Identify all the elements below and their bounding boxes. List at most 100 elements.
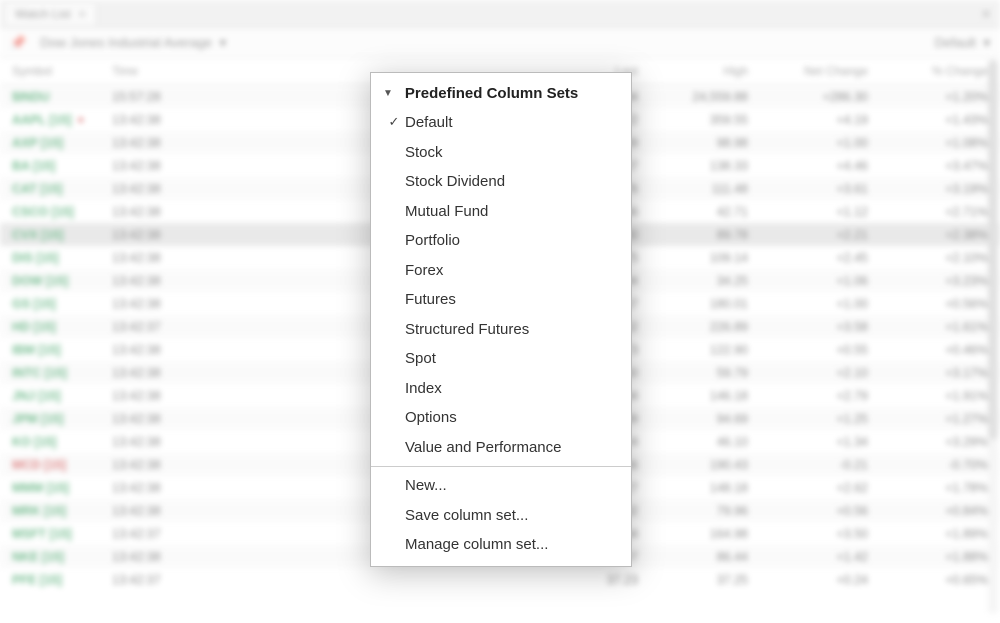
cell-netchange: +3.50: [748, 527, 868, 541]
menu-item-options[interactable]: Options: [371, 403, 631, 433]
cell-pctchange: +3.19%: [868, 182, 988, 196]
menu-item-mutual-fund[interactable]: Mutual Fund: [371, 197, 631, 227]
cell-pctchange: +3.23%: [868, 274, 988, 288]
watchlist-selector[interactable]: Dow Jones Industrial Average ▾: [40, 35, 226, 51]
cell-netchange: +4.46: [748, 159, 868, 173]
watchlist-name: Dow Jones Industrial Average: [40, 35, 212, 50]
cell-netchange: +0.55: [748, 343, 868, 357]
menu-item-portfolio[interactable]: Portfolio: [371, 226, 631, 256]
cell-symbol: HD [15]: [12, 320, 112, 334]
scrollbar[interactable]: [988, 60, 998, 613]
cell-pctchange: +1.91%: [868, 389, 988, 403]
cell-high: 94.69: [638, 412, 748, 426]
cell-high: 42.71: [638, 205, 748, 219]
header-symbol[interactable]: Symbol: [12, 64, 112, 78]
menu-action-manage-column-set[interactable]: Manage column set...: [371, 530, 631, 560]
cell-time: 13:42:38: [112, 136, 202, 150]
cell-pctchange: +1.08%: [868, 136, 988, 150]
cell-netchange: +1.34: [748, 435, 868, 449]
menu-item-structured-futures[interactable]: Structured Futures: [371, 315, 631, 345]
cell-symbol: INTC [15]: [12, 366, 112, 380]
cell-symbol: CVX [15]: [12, 228, 112, 242]
cell-high: 122.90: [638, 343, 748, 357]
cell-netchange: +2.21: [748, 228, 868, 242]
cell-symbol: JPM [15]: [12, 412, 112, 426]
cell-symbol: GS [15]: [12, 297, 112, 311]
cell-netchange: +1.12: [748, 205, 868, 219]
menu-item-label: Spot: [405, 349, 436, 369]
header-high[interactable]: High: [638, 64, 748, 78]
menu-item-forex[interactable]: Forex: [371, 256, 631, 286]
cell-pctchange: +3.47%: [868, 159, 988, 173]
cell-netchange: +1.00: [748, 297, 868, 311]
column-set-menu: ▼ Predefined Column Sets ✓DefaultStock St…: [370, 72, 632, 567]
cell-pctchange: +1.20%: [868, 90, 988, 104]
cell-high: 138.33: [638, 159, 748, 173]
cell-netchange: -0.21: [748, 458, 868, 472]
menu-item-futures[interactable]: Futures: [371, 285, 631, 315]
cell-netchange: +3.58: [748, 320, 868, 334]
cell-high: 89.78: [638, 228, 748, 242]
menu-item-label: Structured Futures: [405, 320, 529, 340]
menu-action-new[interactable]: New...: [371, 471, 631, 501]
cell-time: 13:42:38: [112, 205, 202, 219]
cell-symbol: NKE [15]: [12, 550, 112, 564]
cell-high: 111.48: [638, 182, 748, 196]
column-set-selector[interactable]: Default ▾: [935, 35, 990, 51]
cell-symbol: MSFT [15]: [12, 527, 112, 541]
menu-header[interactable]: ▼ Predefined Column Sets: [371, 79, 631, 108]
cell-symbol: MCD [15]: [12, 458, 112, 472]
cell-high: 79.96: [638, 504, 748, 518]
cell-netchange: +286.30: [748, 90, 868, 104]
menu-item-label: Futures: [405, 290, 456, 310]
menu-item-index[interactable]: Index: [371, 374, 631, 404]
cell-netchange: +1.00: [748, 136, 868, 150]
cell-time: 13:42:38: [112, 481, 202, 495]
cell-pctchange: +1.27%: [868, 412, 988, 426]
header-time[interactable]: Time: [112, 64, 202, 78]
cell-time: 13:42:38: [112, 412, 202, 426]
tab-label: Watch List: [15, 7, 71, 21]
menu-item-default[interactable]: ✓Default: [371, 108, 631, 138]
column-set-label: Default: [935, 35, 976, 50]
menu-action-save-column-set[interactable]: Save column set...: [371, 501, 631, 531]
cell-time: 13:42:38: [112, 458, 202, 472]
menu-item-stock[interactable]: Stock: [371, 138, 631, 168]
cell-high: 164.98: [638, 527, 748, 541]
tab-watchlist[interactable]: Watch List ×: [4, 2, 97, 25]
cell-netchange: +2.10: [748, 366, 868, 380]
cell-pctchange: +0.84%: [868, 504, 988, 518]
cell-high: 37.25: [638, 573, 748, 587]
menu-item-stock-dividend[interactable]: Stock Dividend: [371, 167, 631, 197]
cell-netchange: +1.42: [748, 550, 868, 564]
cell-high: 190.43: [638, 458, 748, 472]
cell-netchange: +0.56: [748, 504, 868, 518]
menu-item-label: Save column set...: [405, 506, 528, 526]
cell-symbol: MRK [15]: [12, 504, 112, 518]
cell-symbol: IBM [15]: [12, 343, 112, 357]
pin-icon[interactable]: 📌: [10, 35, 26, 51]
caret-down-icon: ▾: [220, 35, 227, 50]
menu-item-spot[interactable]: Spot: [371, 344, 631, 374]
cell-last: 37.23: [202, 573, 638, 587]
cell-high: 109.14: [638, 251, 748, 265]
menu-item-label: Stock Dividend: [405, 172, 505, 192]
menu-item-label: Mutual Fund: [405, 202, 488, 222]
cell-time: 13:42:37: [112, 573, 202, 587]
cell-time: 13:42:38: [112, 228, 202, 242]
cell-netchange: +1.25: [748, 412, 868, 426]
close-icon[interactable]: ×: [79, 7, 86, 21]
cell-pctchange: +3.17%: [868, 366, 988, 380]
scrollbar-thumb[interactable]: [988, 60, 998, 440]
menu-header-label: Predefined Column Sets: [405, 85, 578, 102]
cell-pctchange: +0.56%: [868, 297, 988, 311]
header-pctchange[interactable]: % Change: [868, 64, 988, 78]
cell-symbol: PFE [15]: [12, 573, 112, 587]
header-netchange[interactable]: Net Change: [748, 64, 868, 78]
table-row[interactable]: PFE [15]13:42:3737.2337.25+0.24+0.65%: [0, 568, 1000, 591]
menu-item-value-and-performance[interactable]: Value and Performance: [371, 433, 631, 463]
cell-pctchange: +0.46%: [868, 343, 988, 357]
cell-time: 13:42:38: [112, 366, 202, 380]
menu-icon[interactable]: ≡: [982, 6, 996, 21]
cell-symbol: BA [15]: [12, 159, 112, 173]
